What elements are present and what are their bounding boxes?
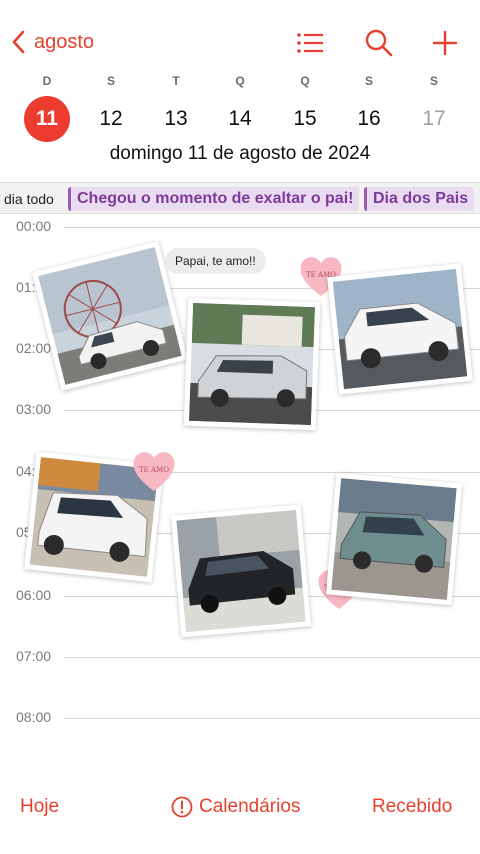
car-photo-teal-lot [325,472,463,606]
hour-row: 00:00 [0,218,480,238]
hour-label: 08:00 [16,709,58,725]
car-photo-silver-street [183,297,321,431]
bottom-toolbar: Hoje Calendários Recebido [0,790,480,826]
calendars-button[interactable]: Calendários [171,796,300,818]
day-number-selected[interactable]: 11 [24,96,70,142]
week-strip: D S T Q Q S S 11 12 13 14 15 16 17 [0,70,480,150]
add-event-button[interactable] [430,28,460,58]
today-button[interactable]: Hoje [20,796,59,818]
all-day-event[interactable]: Dia dos Pais [364,187,475,211]
hour-label: 03:00 [16,401,58,417]
hour-label: 06:00 [16,587,58,603]
all-day-row: dia todo Chegou o momento de exaltar o p… [0,182,480,214]
day-number[interactable]: 13 [153,96,199,142]
day-number[interactable]: 16 [346,96,392,142]
weekday-label: D [42,74,52,88]
day-number[interactable]: 14 [217,96,263,142]
search-icon [365,29,393,57]
chevron-left-icon [12,30,25,54]
weekday-label: Q [300,74,310,88]
weekday-label: S [364,74,373,88]
list-icon [297,33,323,53]
search-button[interactable] [364,28,394,58]
speech-bubble-sticker: Papai, te amo!! [165,248,266,274]
alert-circle-icon [171,796,193,818]
car-photo-white-lot [327,263,473,395]
back-button[interactable]: agosto [10,30,94,54]
all-day-label: dia todo [4,191,54,207]
weekday-label: T [172,74,180,88]
day-number[interactable]: 12 [88,96,134,142]
heart-icon: TE AMO [130,448,178,494]
calendars-label: Calendários [199,796,301,817]
hour-label: 07:00 [16,648,58,664]
top-bar: agosto [0,0,480,70]
weekday-label: Q [235,74,245,88]
hour-label: 00:00 [16,218,58,234]
day-number[interactable]: 15 [282,96,328,142]
hour-row: 08:00 [0,709,480,729]
weekday-label: S [106,74,115,88]
list-view-button[interactable] [295,28,325,58]
day-number[interactable]: 17 [411,96,457,142]
full-date-title: domingo 11 de agosto de 2024 [109,143,371,164]
all-day-event[interactable]: Chegou o momento de exaltar o pai! [68,187,360,211]
weekday-label: S [429,74,438,88]
back-label: agosto [34,30,95,53]
hour-row: 07:00 [0,648,480,668]
inbox-button[interactable]: Recebido [372,796,452,818]
car-photo-black-street [170,504,312,638]
heart-text: TE AMO [139,466,169,474]
plus-icon [432,30,458,56]
